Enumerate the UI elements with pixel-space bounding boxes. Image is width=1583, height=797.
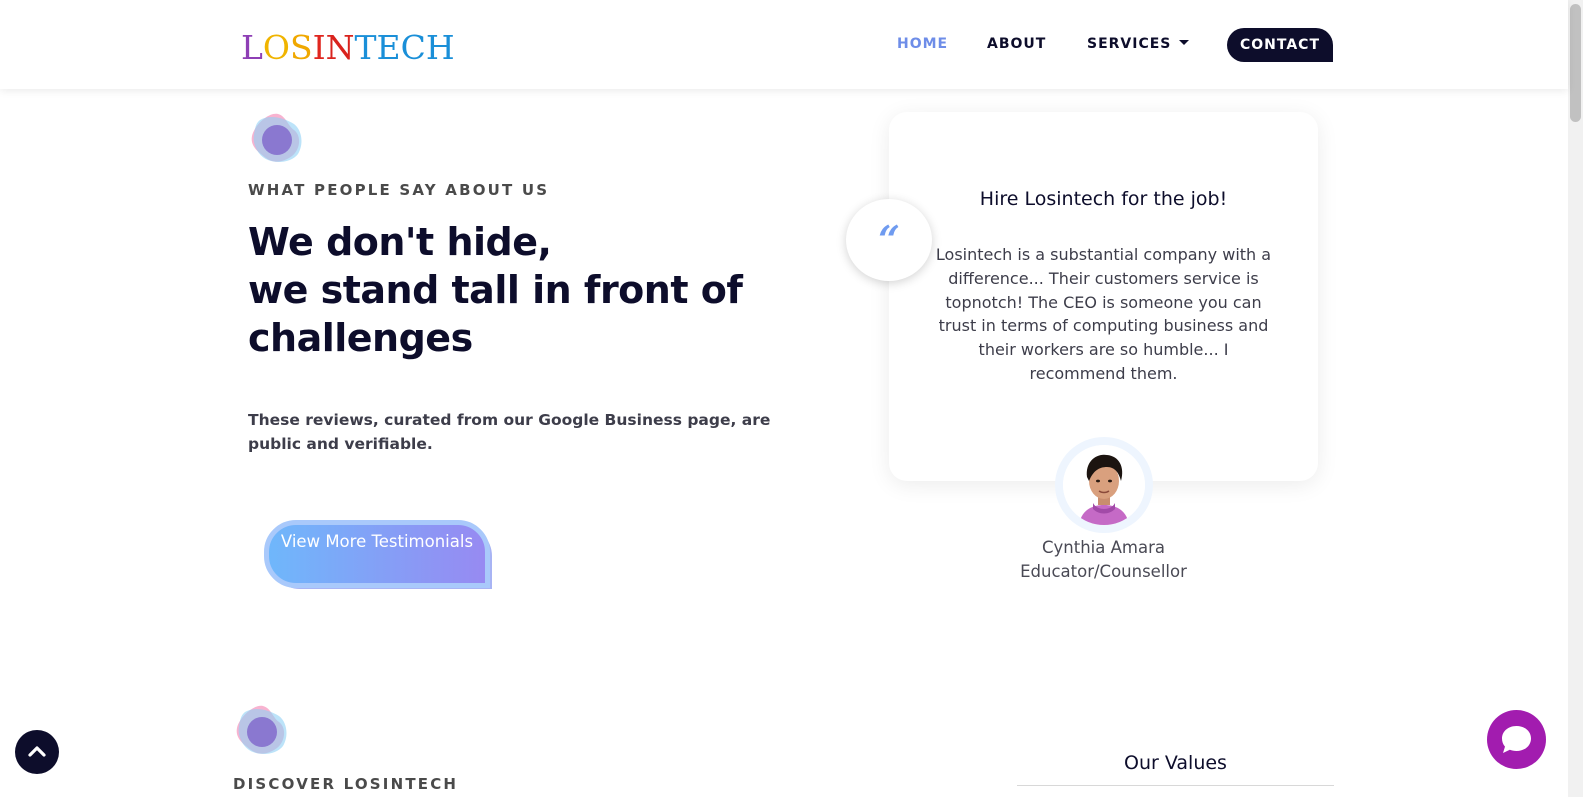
- chevron-up-icon: [28, 746, 46, 757]
- section-headline: We don't hide, we stand tall in front of…: [248, 218, 808, 362]
- reviewer-role: Educator/Counsellor: [1020, 562, 1187, 581]
- chevron-down-icon: [1179, 39, 1190, 45]
- reviewer-name: Cynthia Amara: [1042, 538, 1165, 557]
- blob-icon: [251, 113, 302, 162]
- contact-button[interactable]: CONTACT: [1227, 28, 1333, 62]
- nav-services[interactable]: SERVICES: [1087, 27, 1190, 61]
- headline-line: We don't hide,: [248, 220, 552, 264]
- divider: [1017, 785, 1334, 786]
- logo-letter: I: [312, 28, 326, 67]
- view-more-testimonials-button[interactable]: View More Testimonials: [264, 520, 490, 588]
- section-subtext: These reviews, curated from our Google B…: [248, 411, 771, 453]
- logo-letter: T: [354, 28, 377, 67]
- avatar: [1063, 445, 1145, 525]
- headline-line: we stand tall in front of: [248, 268, 743, 312]
- logo-letter: N: [325, 28, 355, 67]
- values-title: Our Values: [1124, 752, 1227, 774]
- reviewer-photo: [1063, 445, 1145, 525]
- logo-letter: C: [400, 28, 426, 67]
- blob-icon: [236, 705, 287, 754]
- brand-logo[interactable]: LOSINTECH: [241, 28, 455, 68]
- logo-letter: E: [376, 28, 401, 67]
- chat-button[interactable]: [1487, 710, 1546, 769]
- chat-bubble-icon: [1502, 726, 1531, 753]
- testimonial-text: Losintech is a substantial company with …: [935, 245, 1272, 383]
- scrollbar-thumb[interactable]: [1570, 4, 1581, 122]
- logo-letter: S: [289, 28, 313, 67]
- discover-eyebrow: DISCOVER LOSINTECH: [233, 775, 459, 793]
- nav-services-label: SERVICES: [1087, 36, 1172, 52]
- page-scrollbar[interactable]: [1568, 0, 1583, 797]
- headline-line: challenges: [248, 316, 473, 360]
- section-eyebrow: WHAT PEOPLE SAY ABOUT US: [248, 181, 550, 199]
- testimonial-title: Hire Losintech for the job!: [979, 188, 1228, 210]
- scroll-to-top-button[interactable]: [15, 730, 59, 774]
- nav-about[interactable]: ABOUT: [987, 27, 1046, 61]
- logo-letter: O: [262, 28, 290, 67]
- nav-home[interactable]: HOME: [897, 27, 948, 61]
- logo-letter: H: [425, 28, 455, 67]
- site-header: LOSINTECH HOME ABOUT SERVICES CONTACT: [0, 0, 1568, 89]
- quote-icon: “: [846, 199, 932, 281]
- logo-letter: L: [241, 28, 263, 67]
